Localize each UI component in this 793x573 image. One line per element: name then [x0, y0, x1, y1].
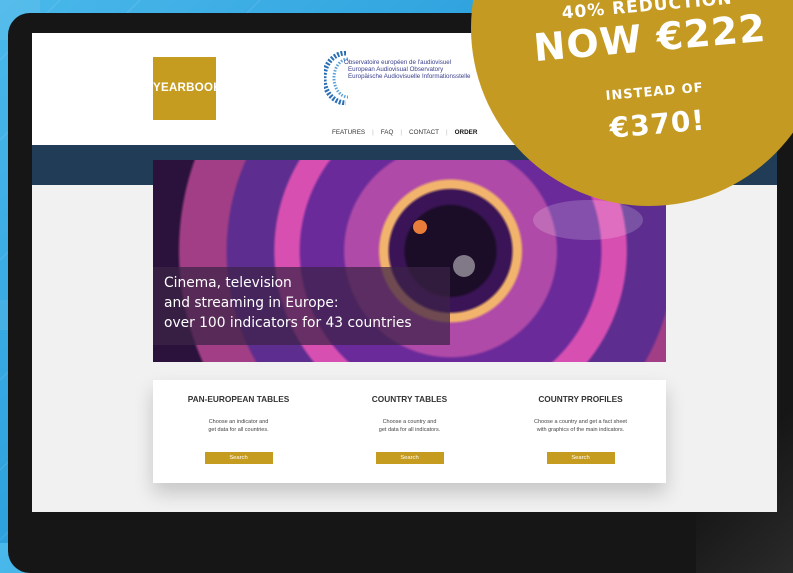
- card-description-line: Choose an indicator and: [208, 419, 269, 425]
- main-nav: FEATURES | FAQ | CONTACT | ORDER: [332, 129, 477, 136]
- card-description: Choose an indicator and get data for all…: [153, 419, 324, 434]
- card-country-profiles: COUNTRY PROFILES Choose a country and ge…: [495, 380, 666, 483]
- hero-light: [413, 220, 427, 234]
- nav-contact[interactable]: CONTACT: [409, 129, 439, 136]
- observatory-name-fr: Observatoire européen de l'audiovisuel: [344, 59, 452, 66]
- search-button[interactable]: Search: [204, 452, 273, 464]
- card-title: COUNTRY PROFILES: [538, 394, 623, 404]
- promo-badge: 40% REDUCTION NOW €222 INSTEAD OF €370!: [471, 0, 793, 206]
- hero-caption-line: and streaming in Europe:: [164, 295, 339, 311]
- nav-separator: |: [445, 129, 448, 136]
- card-description-line: Choose a country and: [382, 419, 437, 425]
- nav-order[interactable]: ORDER: [455, 129, 478, 136]
- hero-light: [453, 255, 475, 277]
- hero-caption-line: Cinema, television: [164, 275, 292, 291]
- observatory-name-de: Europäische Audiovisuelle Informationsst…: [348, 73, 471, 81]
- hero-caption: Cinema, television and streaming in Euro…: [153, 267, 450, 345]
- nav-separator: |: [400, 129, 403, 136]
- card-description-line: Choose a country and get a fact sheet: [534, 419, 627, 425]
- card-description: Choose a country and get a fact sheet wi…: [495, 419, 666, 434]
- card-description-line: get data for all countries.: [208, 426, 269, 433]
- card-title: PAN-EUROPEAN TABLES: [187, 394, 290, 404]
- nav-separator: |: [372, 129, 374, 136]
- card-description: Choose a country and get data for all in…: [324, 419, 495, 434]
- card-description-line: with graphics of the main indicators.: [536, 426, 625, 433]
- card-description-line: get data for all indicators.: [378, 426, 441, 433]
- nav-features[interactable]: FEATURES: [332, 129, 365, 136]
- search-cards: PAN-EUROPEAN TABLES Choose an indicator …: [153, 380, 666, 483]
- nav-faq[interactable]: FAQ: [381, 129, 394, 136]
- hero-caption-line: over 100 indicators for 43 countries: [164, 315, 412, 331]
- card-title: COUNTRY TABLES: [371, 394, 448, 404]
- yearbook-logo[interactable]: YEARBOOK: [153, 57, 222, 120]
- promo-text: 40% REDUCTION NOW €222 INSTEAD OF €370!: [456, 0, 793, 221]
- observatory-name: Observatoire européen de l'audiovisuel E…: [344, 59, 470, 81]
- card-pan-european-tables: PAN-EUROPEAN TABLES Choose an indicator …: [153, 380, 324, 483]
- search-button[interactable]: Search: [375, 452, 444, 464]
- observatory-name-en: European Audiovisual Observatory: [348, 66, 444, 74]
- search-button[interactable]: Search: [546, 452, 615, 464]
- card-country-tables: COUNTRY TABLES Choose a country and get …: [324, 380, 495, 483]
